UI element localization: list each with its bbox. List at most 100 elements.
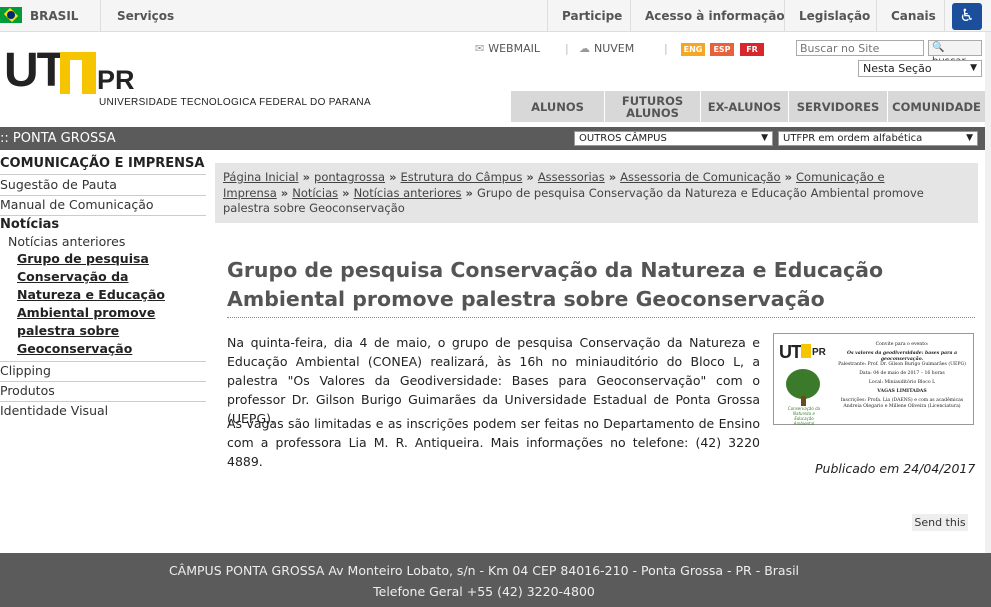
breadcrumb-separator-icon: » xyxy=(526,170,534,184)
footer: CÂMPUS PONTA GROSSA Av Monteiro Lobato, … xyxy=(0,553,991,607)
other-campus-select[interactable]: OUTROS CÂMPUS ▼ xyxy=(574,131,773,146)
site-header: UT PR UNIVERSIDADE TECNOLOGICA FEDERAL D… xyxy=(0,32,991,122)
other-campus-value: OUTROS CÂMPUS xyxy=(579,133,667,144)
breadcrumb-separator-icon: » xyxy=(465,185,473,200)
logo-pr-text[interactable]: PR xyxy=(97,65,135,95)
footer-address: CÂMPUS PONTA GROSSA Av Monteiro Lobato, … xyxy=(168,563,800,578)
breadcrumb-separator-icon: » xyxy=(280,185,289,200)
breadcrumb: Página Inicial» pontagrossa» Estrutura do … xyxy=(215,163,978,223)
canais-link[interactable]: Canais xyxy=(891,9,936,23)
divider xyxy=(0,174,206,175)
divider xyxy=(944,0,945,32)
breadcrumb-link[interactable]: Assessoria de Comunicação xyxy=(620,170,780,184)
sidebar-item-identidade-visual[interactable]: Identidade Visual xyxy=(0,403,108,418)
breadcrumb-separator-icon: » xyxy=(302,170,311,184)
search-input[interactable] xyxy=(796,40,924,56)
cloud-icon: ☁ xyxy=(579,42,590,55)
divider xyxy=(784,0,785,32)
article-paragraph: As vagas são limitadas e as inscrições p… xyxy=(227,416,760,469)
flyer-text: Palestrante: Prof. Dr. Gilson Burigo Gui… xyxy=(838,362,966,367)
search-button[interactable]: 🔍 buscar xyxy=(928,40,982,67)
section-select[interactable]: Nesta Seção ▼ xyxy=(858,60,982,77)
sidebar-item-noticias[interactable]: Notícias xyxy=(0,217,59,232)
nuvem-label: NUVEM xyxy=(594,42,635,55)
nav-comunidade[interactable]: COMUNIDADE xyxy=(887,91,985,122)
lang-fr-button[interactable]: FR xyxy=(740,43,764,56)
sidebar-item-current-article[interactable]: Grupo de pesquisa Conservação da Naturez… xyxy=(17,250,177,358)
sidebar-item-produtos[interactable]: Produtos xyxy=(0,383,55,398)
sidebar-item-clipping[interactable]: Clipping xyxy=(0,363,51,378)
utfpr-order-select[interactable]: UTFPR em ordem alfabética ▼ xyxy=(778,131,978,146)
sidebar-item-sugestao-pauta[interactable]: Sugestão de Pauta xyxy=(0,177,117,192)
breadcrumb-link[interactable]: Estrutura do Câmpus xyxy=(401,170,523,184)
page-title: Grupo de pesquisa Conservação da Naturez… xyxy=(227,258,884,311)
tree-trunk-icon xyxy=(801,396,806,406)
flyer-logo-pr: PR xyxy=(812,347,826,358)
lang-esp-button[interactable]: ESP xyxy=(710,43,734,56)
campus-title[interactable]: :: PONTA GROSSA xyxy=(0,131,116,146)
published-date: Publicado em 24/04/2017 xyxy=(815,461,976,476)
brasil-link[interactable]: BRASIL xyxy=(30,9,78,23)
divider: | xyxy=(664,42,668,55)
webmail-link[interactable]: ✉ WEBMAIL xyxy=(475,42,540,55)
breadcrumb-separator-icon: » xyxy=(784,170,793,184)
scrollbar[interactable] xyxy=(985,32,991,553)
flyer-logo-mark-icon xyxy=(801,344,811,358)
divider xyxy=(876,0,877,32)
campus-bar: :: PONTA GROSSA OUTROS CÂMPUS ▼ UTFPR em … xyxy=(0,127,991,150)
flyer-text: Data: 04 de maio de 2017 – 16 horas xyxy=(859,371,945,376)
flyer-logo-ut: UT xyxy=(779,342,802,362)
mail-icon: ✉ xyxy=(475,42,485,55)
divider xyxy=(227,317,975,318)
nav-futuros-alunos[interactable]: FUTUROS ALUNOS xyxy=(604,91,700,122)
utfpr-order-value: UTFPR em ordem alfabética xyxy=(783,133,923,144)
breadcrumb-link[interactable]: Assessorias xyxy=(538,170,605,184)
participe-link[interactable]: Participe xyxy=(562,9,622,23)
divider xyxy=(0,215,206,216)
chevron-down-icon: ▼ xyxy=(761,133,768,143)
divider: | xyxy=(565,42,569,55)
breadcrumb-link[interactable]: Notícias xyxy=(292,186,338,200)
gov-bar: BRASIL Serviços Participe Acesso à infor… xyxy=(0,0,991,32)
breadcrumb-link[interactable]: Notícias anteriores xyxy=(354,186,462,200)
footer-phone: Telefone Geral +55 (42) 3220-4800 xyxy=(373,584,595,599)
breadcrumb-separator-icon: » xyxy=(389,170,397,184)
send-this-button[interactable]: Send this xyxy=(912,514,968,531)
divider xyxy=(0,381,206,382)
nuvem-link[interactable]: ☁ NUVEM xyxy=(579,42,634,55)
breadcrumb-separator-icon: » xyxy=(608,170,617,184)
brazil-flag-icon xyxy=(0,7,22,23)
divider xyxy=(630,0,631,32)
logo-subtitle: UNIVERSIDADE TECNOLOGICA FEDERAL DO PARA… xyxy=(99,97,371,108)
sidebar-item-noticias-anteriores[interactable]: Notícias anteriores xyxy=(8,234,125,249)
event-flyer-image[interactable]: UT PR Conservação da Natureza e Educação… xyxy=(773,333,974,426)
divider xyxy=(0,401,206,402)
chevron-down-icon: ▼ xyxy=(966,133,973,143)
accessibility-icon[interactable]: ♿ xyxy=(952,3,982,30)
webmail-label: WEBMAIL xyxy=(488,42,540,55)
servicos-link[interactable]: Serviços xyxy=(117,9,174,23)
nav-futuros-alunos-label: FUTUROS ALUNOS xyxy=(621,93,684,120)
divider xyxy=(547,0,548,32)
lang-eng-button[interactable]: ENG xyxy=(681,43,705,56)
flyer-caption: Conservação da Natureza e Educação Ambie… xyxy=(787,406,821,426)
sidebar-heading[interactable]: COMUNICAÇÃO E IMPRENSA xyxy=(0,156,204,171)
search-icon: 🔍 xyxy=(932,42,945,53)
tree-icon xyxy=(786,369,820,399)
section-select-value: Nesta Seção xyxy=(863,62,932,75)
chevron-down-icon: ▼ xyxy=(970,63,977,73)
acesso-informacao-link[interactable]: Acesso à informação xyxy=(645,9,785,23)
divider xyxy=(100,0,101,32)
logo-ut-text[interactable]: UT xyxy=(4,46,66,96)
logo-mark-icon xyxy=(60,52,96,94)
nav-servidores[interactable]: SERVIDORES xyxy=(788,91,887,122)
nav-ex-alunos[interactable]: EX-ALUNOS xyxy=(700,91,788,122)
legislacao-link[interactable]: Legislação xyxy=(799,9,870,23)
divider xyxy=(0,195,206,196)
breadcrumb-link[interactable]: Página Inicial xyxy=(223,170,299,184)
sidebar-item-manual-comunicacao[interactable]: Manual de Comunicação xyxy=(0,197,154,212)
flyer-text: Local: Miniauditório Bloco L xyxy=(868,380,936,385)
nav-alunos[interactable]: ALUNOS xyxy=(510,91,604,122)
breadcrumb-link[interactable]: pontagrossa xyxy=(314,170,385,184)
breadcrumb-separator-icon: » xyxy=(342,185,350,200)
